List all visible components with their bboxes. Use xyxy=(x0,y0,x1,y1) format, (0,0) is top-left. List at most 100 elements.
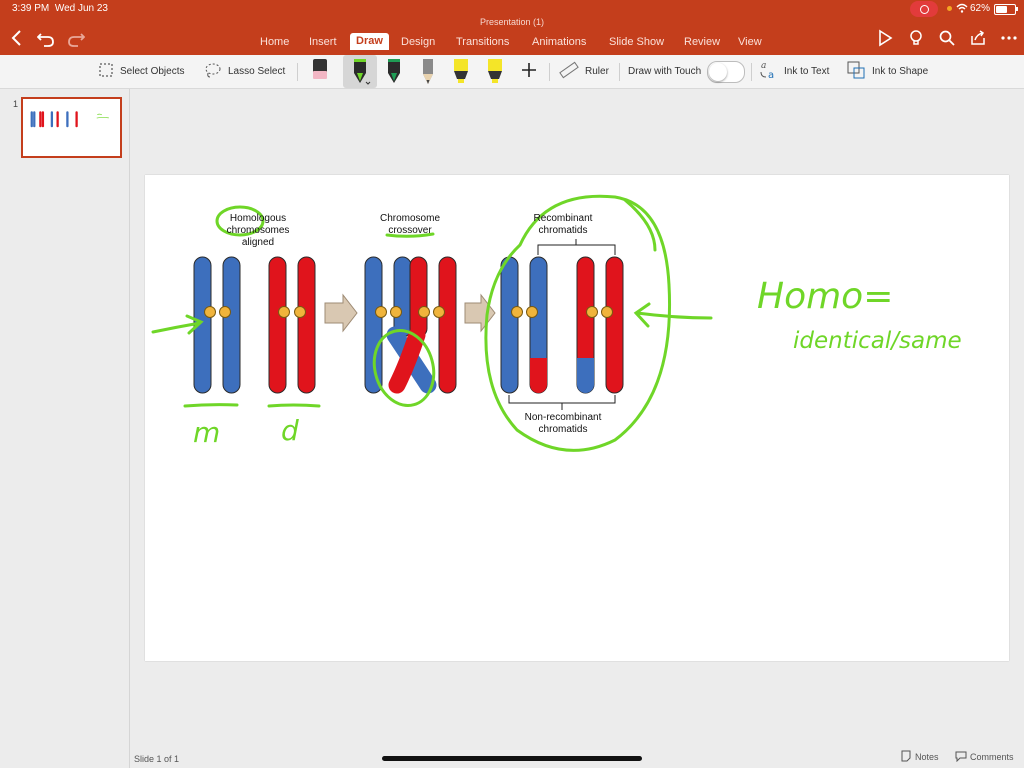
centromere xyxy=(219,306,231,318)
ink-to-shape-icon xyxy=(846,60,866,83)
battery-percent: 62% xyxy=(970,3,991,14)
notes-label: Notes xyxy=(915,752,939,762)
ink-identical-same: identical/same xyxy=(793,328,962,354)
tab-home[interactable]: Home xyxy=(260,36,289,48)
undo-button[interactable] xyxy=(36,28,55,53)
pencil-icon[interactable] xyxy=(417,57,439,86)
search-icon[interactable] xyxy=(938,29,958,49)
blue-chromosome-1 xyxy=(193,256,241,394)
ribbon-separator xyxy=(619,63,620,81)
label-nonrecombinant: Non-recombinant chromatids xyxy=(508,412,618,436)
centromere xyxy=(511,306,523,318)
slide-thumbnails-pane: 1 xyxy=(0,89,130,768)
comments-button[interactable]: Comments xyxy=(955,750,1014,764)
notes-button[interactable]: Notes xyxy=(900,750,939,764)
ruler-label: Ruler xyxy=(585,66,609,77)
play-icon[interactable] xyxy=(876,29,896,49)
ink-to-text-icon: aa xyxy=(758,60,778,83)
share-icon[interactable] xyxy=(969,29,989,49)
svg-text:a: a xyxy=(761,61,766,71)
screen-recording-icon[interactable] xyxy=(910,1,938,17)
tab-transitions[interactable]: Transitions xyxy=(456,36,509,48)
centromere xyxy=(278,306,290,318)
ink-homo: Homo= xyxy=(757,276,893,317)
home-indicator[interactable] xyxy=(382,756,642,761)
tab-insert[interactable]: Insert xyxy=(309,36,337,48)
yellow-highlighter-2-icon[interactable] xyxy=(484,57,506,86)
green-pen-icon[interactable] xyxy=(349,57,371,86)
nonrecombinant-bracket xyxy=(508,395,616,410)
centromere xyxy=(433,306,445,318)
back-button[interactable] xyxy=(10,28,24,53)
ink-to-shape-button[interactable]: Ink to Shape xyxy=(846,55,928,88)
red-chromosome-1 xyxy=(268,256,316,394)
plus-icon xyxy=(520,61,538,82)
label-recombinant-line2: chromatids xyxy=(538,225,588,236)
slide-thumbnail[interactable] xyxy=(21,97,122,158)
microphone-indicator-icon xyxy=(947,6,952,11)
slide-counter: Slide 1 of 1 xyxy=(134,754,180,764)
slide-canvas[interactable]: m d Homo= identical/same Homologous chro… xyxy=(145,175,1009,661)
tab-animations[interactable]: Animations xyxy=(532,36,586,48)
label-crossover-line1: Chromosome xyxy=(379,213,441,224)
draw-with-touch-label: Draw with Touch xyxy=(628,66,702,77)
red-chromosome-recombinant xyxy=(576,256,624,394)
add-pen-button[interactable] xyxy=(520,55,538,88)
ink-arrow-left xyxy=(151,314,204,335)
ink-letter-m: m xyxy=(193,416,220,449)
draw-with-touch-toggle[interactable]: Draw with Touch xyxy=(628,55,746,88)
label-homologous-line2: chromosomes xyxy=(226,225,290,236)
ruler-icon xyxy=(559,61,579,82)
svg-text:a: a xyxy=(768,70,774,80)
lasso-select-label: Lasso Select xyxy=(228,66,286,77)
select-objects-button[interactable]: Select Objects xyxy=(98,55,184,88)
ink-underline-d xyxy=(267,403,321,408)
status-date: Wed Jun 23 xyxy=(54,3,108,14)
select-objects-icon xyxy=(98,62,114,81)
label-nonrecombinant-line2: chromatids xyxy=(538,424,588,435)
notes-icon xyxy=(900,750,912,764)
tab-view[interactable]: View xyxy=(738,36,762,48)
yellow-highlighter-icon[interactable] xyxy=(450,57,472,86)
label-crossover-line2: crossover xyxy=(388,225,432,236)
blue-chromosome-recombinant xyxy=(500,256,548,394)
centromere xyxy=(418,306,430,318)
ribbon-separator xyxy=(549,63,550,81)
tab-review[interactable]: Review xyxy=(684,36,720,48)
label-recombinant: Recombinant chromatids xyxy=(518,213,608,237)
ink-to-text-button[interactable]: aa Ink to Text xyxy=(758,55,829,88)
centromere xyxy=(294,306,306,318)
centromere xyxy=(375,306,387,318)
draw-ribbon: Select Objects Lasso Select Ruler Draw w… xyxy=(0,55,1024,89)
label-homologous-line1: Homologous xyxy=(229,213,287,224)
dark-green-pen-icon[interactable] xyxy=(383,57,405,86)
label-homologous-line3: aligned xyxy=(241,237,275,248)
label-recombinant-line1: Recombinant xyxy=(533,213,593,224)
battery-icon xyxy=(994,4,1018,15)
thumbnail-slide-number: 1 xyxy=(13,99,19,109)
title-bar: 3:39 PM Wed Jun 23 Presentation (1) 62% … xyxy=(0,0,1024,55)
tab-design[interactable]: Design xyxy=(401,36,435,48)
ruler-button[interactable]: Ruler xyxy=(559,55,609,88)
centromere xyxy=(601,306,613,318)
tab-draw[interactable]: Draw xyxy=(350,33,389,50)
recombinant-bracket xyxy=(537,239,616,255)
draw-with-touch-switch[interactable] xyxy=(707,60,746,83)
redo-button[interactable] xyxy=(67,28,86,53)
eraser-icon[interactable] xyxy=(309,57,331,86)
more-icon[interactable] xyxy=(1000,29,1020,49)
document-title[interactable]: Presentation (1) xyxy=(0,17,1024,27)
ribbon-separator xyxy=(297,63,298,81)
label-crossover: Chromosome crossover xyxy=(365,213,455,237)
process-arrow xyxy=(324,293,358,333)
centromere xyxy=(526,306,538,318)
ink-to-shape-label: Ink to Shape xyxy=(872,66,929,77)
tab-slide-show[interactable]: Slide Show xyxy=(609,36,664,48)
centromere xyxy=(586,306,598,318)
label-homologous: Homologous chromosomes aligned xyxy=(213,213,303,249)
lightbulb-icon[interactable] xyxy=(907,29,927,49)
lasso-select-button[interactable]: Lasso Select xyxy=(204,55,285,88)
status-time-date: 3:39 PM Wed Jun 23 xyxy=(12,3,108,14)
centromere xyxy=(204,306,216,318)
status-time: 3:39 PM xyxy=(12,3,50,14)
